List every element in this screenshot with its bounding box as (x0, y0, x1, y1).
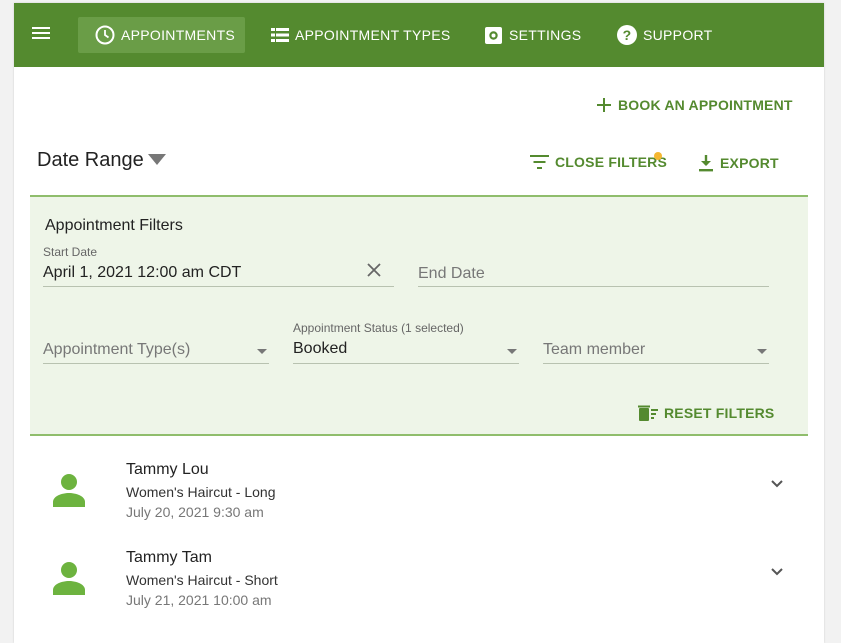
active-filter-badge (654, 152, 662, 160)
appointment-types-placeholder: Appointment Type(s) (43, 341, 191, 358)
delete-sweep-icon (638, 405, 658, 421)
appointment-type: Women's Haircut - Long (126, 484, 276, 500)
appointment-type: Women's Haircut - Short (126, 572, 278, 588)
plus-icon (597, 98, 611, 112)
start-date-label: Start Date (43, 245, 98, 259)
appointment-time: July 20, 2021 9:30 am (126, 504, 264, 520)
book-appointment-label: Book an appointment (618, 97, 793, 113)
nav-appointments[interactable]: Appointments (78, 17, 245, 53)
app-frame: Appointments Appointment Types Settings … (14, 3, 824, 643)
chevron-down-icon[interactable] (770, 479, 784, 489)
appointment-time: July 21, 2021 10:00 am (126, 592, 272, 608)
close-filters-label: Close filters (555, 154, 668, 170)
clear-icon[interactable] (367, 263, 381, 277)
nav-settings[interactable]: Settings (484, 17, 581, 53)
book-appointment-button[interactable]: Book an appointment (596, 97, 793, 113)
appointment-status-label: Appointment Status (1 selected) (293, 321, 464, 335)
appointment-client-name: Tammy Lou (126, 461, 209, 478)
reset-filters-button[interactable]: Reset filters (638, 405, 774, 421)
team-member-select[interactable]: Team member (543, 321, 769, 364)
filters-title: Appointment Filters (45, 217, 183, 234)
date-range-label: Date Range (37, 149, 144, 171)
person-icon (53, 474, 85, 507)
help-icon: ? (617, 25, 637, 45)
appointment-client-name: Tammy Tam (126, 549, 212, 566)
svg-text:?: ? (623, 27, 632, 43)
date-range-dropdown[interactable]: Date Range (37, 149, 166, 172)
nav-appointment-types-label: Appointment Types (295, 27, 451, 43)
end-date-placeholder: End Date (418, 265, 485, 282)
list-item[interactable]: Tammy Tam Women's Haircut - Short July 2… (30, 539, 808, 627)
menu-icon[interactable] (31, 24, 51, 46)
list-item[interactable]: Tammy Lou Women's Haircut - Long July 20… (30, 451, 808, 539)
download-icon (699, 155, 713, 172)
chevron-down-icon (257, 349, 267, 354)
clock-icon (95, 25, 115, 45)
chevron-down-icon[interactable] (770, 567, 784, 577)
end-date-field[interactable]: End Date (418, 245, 769, 287)
team-member-placeholder: Team member (543, 341, 646, 358)
appointment-status-select[interactable]: Appointment Status (1 selected) Booked (293, 321, 519, 364)
list-icon (271, 28, 289, 42)
appointment-types-select[interactable]: Appointment Type(s) (43, 321, 269, 364)
gear-icon (485, 26, 502, 44)
chevron-down-icon (507, 349, 517, 354)
nav-support[interactable]: ? Support (617, 17, 713, 53)
start-date-value: April 1, 2021 12:00 am CDT (43, 264, 242, 281)
chevron-down-icon (757, 349, 767, 354)
appointment-status-value: Booked (293, 340, 348, 357)
export-button[interactable]: Export (698, 154, 779, 172)
top-nav: Appointments Appointment Types Settings … (14, 3, 824, 67)
export-label: Export (720, 155, 779, 171)
appointment-filters-panel: Appointment Filters Start Date April 1, … (30, 195, 808, 436)
caret-down-icon (147, 153, 166, 165)
nav-appointments-label: Appointments (121, 27, 236, 43)
nav-settings-label: Settings (509, 27, 582, 43)
close-filters-button[interactable]: Close filters (530, 154, 667, 170)
start-date-field[interactable]: Start Date April 1, 2021 12:00 am CDT (43, 245, 394, 287)
reset-filters-label: Reset filters (664, 405, 775, 421)
person-icon (53, 562, 85, 595)
nav-appointment-types[interactable]: Appointment Types (271, 17, 451, 53)
nav-support-label: Support (643, 27, 713, 43)
filter-icon (530, 155, 549, 169)
